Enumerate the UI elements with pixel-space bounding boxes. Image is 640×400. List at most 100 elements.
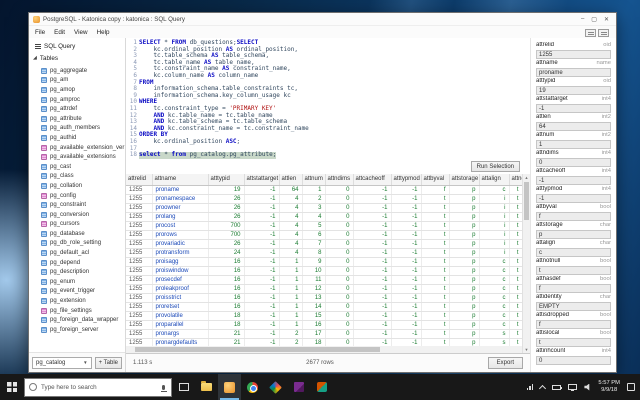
table-row[interactable]: 1255 prosecdef 16 -1 1 11 0 -1 -1 t p c t (126, 275, 523, 285)
sidebar-table-pg_amproc[interactable]: pg_amproc (29, 95, 125, 105)
table-row[interactable]: 1255 protransform 24 -1 4 8 0 -1 -1 t p i t (126, 248, 523, 258)
field-value-input[interactable]: 64 (536, 122, 611, 131)
sidebar-table-pg_foreign_data_wrapper[interactable]: pg_foreign_data_wrapper (29, 315, 125, 325)
table-row[interactable]: 1255 proleakproof 16 -1 1 12 0 -1 -1 t p c t (126, 284, 523, 294)
sidebar-table-pg_config[interactable]: pg_config (29, 191, 125, 201)
field-value-input[interactable]: EMPTY (536, 302, 611, 311)
export-button[interactable]: Export (487, 357, 523, 369)
sidebar-table-pg_extension[interactable]: pg_extension (29, 296, 125, 306)
file-explorer-button[interactable] (195, 374, 218, 400)
field-value-input[interactable]: t (536, 266, 611, 275)
schema-select[interactable]: pg_catalog ▼ (32, 356, 92, 369)
sidebar-table-pg_db_role_setting[interactable]: pg_db_role_setting (29, 239, 125, 249)
table-row[interactable]: 1255 prolang 26 -1 4 4 0 -1 -1 t p i t (126, 212, 523, 222)
field-value-input[interactable]: t (536, 338, 611, 347)
maximize-icon[interactable]: ▢ (591, 16, 597, 23)
column-header-attbyval[interactable]: attbyval (421, 174, 450, 186)
window-titlebar[interactable]: PostgreSQL - Katonica copy : katonica : … (29, 13, 616, 26)
sidebar-table-pg_available_extension_ver[interactable]: pg_available_extension_ver (29, 143, 125, 153)
sidebar-table-pg_event_trigger[interactable]: pg_event_trigger (29, 287, 125, 297)
microphone-icon[interactable] (160, 384, 167, 392)
vertical-scrollbar[interactable]: ▲ ▼ (522, 174, 530, 353)
menu-edit[interactable]: Edit (54, 29, 65, 36)
column-header-attlen[interactable]: attlen (279, 174, 303, 186)
field-value-input[interactable]: proname (536, 68, 611, 77)
scroll-up-icon[interactable]: ▲ (523, 174, 530, 181)
run-selection-button[interactable]: Run Selection (470, 161, 520, 172)
field-value-input[interactable]: -1 (536, 194, 611, 203)
sidebar-table-pg_database[interactable]: pg_database (29, 229, 125, 239)
table-row[interactable]: 1255 pronamespace 26 -1 4 2 0 -1 -1 t p i t (126, 194, 523, 204)
sidebar-table-pg_depend[interactable]: pg_depend (29, 258, 125, 268)
column-header-attstattarget[interactable]: attstattarget (244, 174, 280, 186)
table-row[interactable]: 1255 proname 19 -1 64 1 0 -1 -1 f p c t (126, 185, 523, 195)
column-header-attnum[interactable]: attnum (302, 174, 326, 186)
field-value-input[interactable]: c (536, 248, 611, 257)
column-header-attstorage[interactable]: attstorage (449, 174, 480, 186)
tables-section-header[interactable]: ◢ Tables (29, 53, 125, 64)
field-value-input[interactable]: -1 (536, 176, 611, 185)
hidden-icons-chevron[interactable] (539, 384, 547, 392)
column-header-atttypid[interactable]: atttypid (208, 174, 245, 186)
table-row[interactable]: 1255 proisagg 16 -1 1 9 0 -1 -1 t p c t (126, 257, 523, 267)
sidebar-table-pg_conversion[interactable]: pg_conversion (29, 210, 125, 220)
table-row[interactable]: 1255 proowner 26 -1 4 3 0 -1 -1 t p i t (126, 203, 523, 213)
table-row[interactable]: 1255 proiswindow 16 -1 1 10 0 -1 -1 t p c t (126, 266, 523, 276)
field-value-input[interactable]: f (536, 212, 611, 221)
table-row[interactable]: 1255 proretset 16 -1 1 14 0 -1 -1 t p c t (126, 302, 523, 312)
h-scroll-thumb[interactable] (135, 347, 380, 352)
column-header-attalign[interactable]: attalign (479, 174, 510, 186)
sql-editor[interactable]: 1 SELECT * FROM db_questions;SELECT 2 kc.o… (126, 38, 530, 159)
sidebar-table-pg_available_extensions[interactable]: pg_available_extensions (29, 152, 125, 162)
column-header-attcacheoff[interactable]: attcacheoff (353, 174, 392, 186)
sidebar-table-pg_enum[interactable]: pg_enum (29, 277, 125, 287)
table-row[interactable]: 1255 provolatile 18 -1 1 15 0 -1 -1 t p c t (126, 311, 523, 321)
sidebar-table-pg_am[interactable]: pg_am (29, 76, 125, 86)
postgresql-app-button[interactable] (218, 374, 241, 400)
field-value-input[interactable]: 0 (536, 356, 611, 365)
sidebar-table-pg_authid[interactable]: pg_authid (29, 133, 125, 143)
sidebar-table-pg_file_settings[interactable]: pg_file_settings (29, 306, 125, 316)
form-view-button[interactable] (598, 29, 609, 37)
column-header-attrelid[interactable]: attrelid (126, 174, 153, 186)
search-input[interactable] (41, 383, 158, 391)
action-center-icon[interactable] (627, 383, 635, 391)
chrome-button[interactable] (241, 374, 264, 400)
sidebar-table-pg_default_acl[interactable]: pg_default_acl (29, 248, 125, 258)
column-header-attname[interactable]: attname (152, 174, 209, 186)
field-value-input[interactable]: 1255 (536, 50, 611, 59)
cellular-signal-icon[interactable] (526, 384, 534, 390)
sidebar-table-pg_cast[interactable]: pg_cast (29, 162, 125, 172)
minimize-icon[interactable]: – (581, 16, 584, 23)
field-value-input[interactable]: f (536, 284, 611, 293)
field-value-input[interactable]: 19 (536, 86, 611, 95)
table-row[interactable]: 1255 pronargs 21 -1 2 17 0 -1 -1 t p s t (126, 329, 523, 339)
field-value-input[interactable]: 1 (536, 140, 611, 149)
taskbar-clock[interactable]: 5:57 PM 9/9/18 (598, 380, 620, 394)
column-header-atttypmod[interactable]: atttypmod (391, 174, 422, 186)
menu-file[interactable]: File (35, 29, 45, 36)
dev-tool-button[interactable] (287, 374, 310, 400)
start-button[interactable] (0, 374, 24, 400)
sidebar-table-pg_class[interactable]: pg_class (29, 172, 125, 182)
menu-view[interactable]: View (74, 29, 88, 36)
sidebar-table-pg_collation[interactable]: pg_collation (29, 181, 125, 191)
task-view-button[interactable] (172, 374, 195, 400)
column-header-attnotnull[interactable]: attnotnull (509, 174, 523, 186)
table-row[interactable]: 1255 proparallel 18 -1 1 16 0 -1 -1 t p c t (126, 320, 523, 330)
sidebar-table-pg_foreign_server[interactable]: pg_foreign_server (29, 325, 125, 335)
horizontal-scrollbar[interactable] (126, 346, 522, 353)
close-icon[interactable]: ✕ (604, 16, 609, 23)
photos-app-button[interactable] (264, 374, 287, 400)
table-row[interactable]: 1255 procost 700 -1 4 5 0 -1 -1 t p i t (126, 221, 523, 231)
add-table-button[interactable]: + Table (94, 356, 122, 369)
field-value-input[interactable]: p (536, 230, 611, 239)
table-row[interactable]: 1255 prorows 700 -1 4 6 0 -1 -1 t p i t (126, 230, 523, 240)
sidebar-item-sql-query[interactable]: SQL Query (32, 40, 122, 52)
sidebar-table-pg_attribute[interactable]: pg_attribute (29, 114, 125, 124)
sidebar-table-pg_aggregate[interactable]: pg_aggregate (29, 66, 125, 76)
column-header-attndims[interactable]: attndims (325, 174, 354, 186)
scroll-down-icon[interactable]: ▼ (523, 346, 530, 353)
sidebar-table-pg_constraint[interactable]: pg_constraint (29, 200, 125, 210)
taskbar-search[interactable] (24, 377, 172, 397)
